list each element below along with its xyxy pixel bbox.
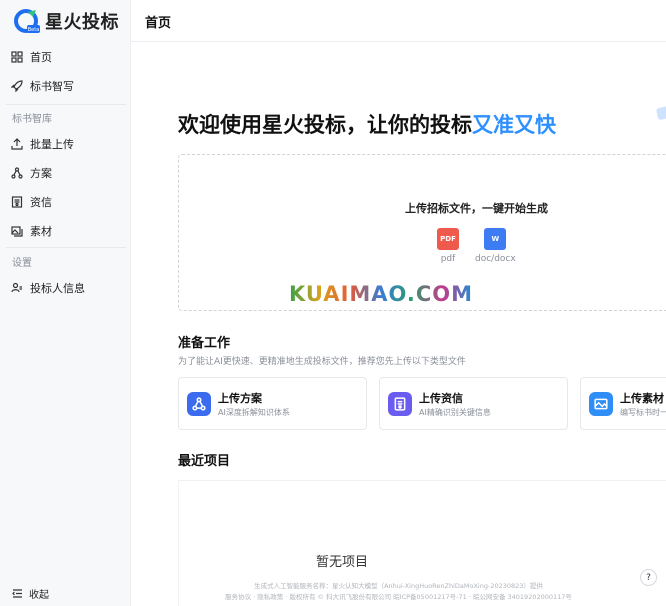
file-type-word: W doc/docx xyxy=(475,228,516,264)
upload-plan-card[interactable]: 上传方案 AI深度拆解知识体系 xyxy=(178,377,367,430)
word-file-icon: W xyxy=(484,228,507,250)
upload-credentials-card[interactable]: 上传资信 AI精确识别关键信息 xyxy=(379,377,568,430)
prepare-title: 准备工作 xyxy=(178,336,231,351)
sidebar-item-batch-upload[interactable]: 批量上传 xyxy=(0,130,130,158)
rocket-icon xyxy=(10,80,23,93)
sidebar-item-label: 批量上传 xyxy=(30,138,74,151)
pdf-file-icon: PDF xyxy=(437,228,459,250)
app-logo[interactable]: Beta 星火投标 xyxy=(14,8,119,34)
collapse-button[interactable]: 收起 xyxy=(12,586,49,601)
grid-icon xyxy=(10,51,23,64)
decorative-shape xyxy=(655,105,666,121)
recent-title: 最近项目 xyxy=(178,454,231,469)
nodes-icon xyxy=(187,392,211,416)
sidebar-item-label: 方案 xyxy=(30,167,52,180)
spark-logo-icon: Beta xyxy=(14,8,40,34)
footer-line-1: 生成式人工智能服务名称：星火认知大模型（Anhui-XingHuoRenZhiD… xyxy=(254,582,543,590)
sidebar-item-smart-write[interactable]: 标书智写 xyxy=(0,72,130,100)
divider xyxy=(6,247,126,248)
upload-title: 上传招标文件，一键开始生成 xyxy=(405,202,548,215)
sidebar-item-label: 标书智写 xyxy=(30,80,74,93)
menu-collapse-icon xyxy=(12,588,23,599)
sidebar-item-label: 首页 xyxy=(30,51,52,64)
sidebar-item-bidder-info[interactable]: 投标人信息 xyxy=(0,274,130,302)
document-icon xyxy=(388,392,412,416)
section-label-library: 标书智库 xyxy=(12,114,52,125)
hero-text: 欢迎使用星火投标，让你的投标 xyxy=(178,113,472,137)
image-icon xyxy=(589,392,613,416)
top-header: 首页 xyxy=(131,0,666,42)
divider xyxy=(6,104,126,105)
sidebar-item-plan[interactable]: 方案 xyxy=(0,159,130,187)
sidebar-item-label: 素材 xyxy=(30,225,52,238)
user-info-icon xyxy=(10,282,23,295)
card-title: 上传素材 xyxy=(620,392,664,405)
hero-heading: 欢迎使用星火投标，让你的投标又准又快 xyxy=(178,109,556,139)
main-content: 欢迎使用星火投标，让你的投标又准又快 上传招标文件，一键开始生成 PDF pdf… xyxy=(131,43,666,606)
collapse-label: 收起 xyxy=(29,590,49,601)
upload-dropzone[interactable]: 上传招标文件，一键开始生成 PDF pdf W doc/docx KUAIMAO… xyxy=(178,154,666,311)
upload-icon xyxy=(10,138,23,151)
certificate-icon xyxy=(10,196,23,209)
watermark: KUAIMAO.COM xyxy=(289,282,473,306)
card-subtitle: AI精确识别关键信息 xyxy=(419,408,491,417)
prepare-description: 为了能让AI更快速、更精准地生成投标文件，推荐您先上传以下类型文件 xyxy=(178,357,466,367)
empty-state-text: 暂无项目 xyxy=(316,555,369,570)
sidebar: Beta 星火投标 首页 标书智写 标书智库 批量上传 方案 资信 素材 设置 … xyxy=(0,0,131,606)
sidebar-item-label: 投标人信息 xyxy=(30,282,85,295)
sidebar-item-home[interactable]: 首页 xyxy=(0,43,130,71)
sidebar-item-credentials[interactable]: 资信 xyxy=(0,188,130,216)
logo-badge: Beta xyxy=(28,27,40,33)
file-type-label: doc/docx xyxy=(475,254,516,264)
sidebar-item-label: 资信 xyxy=(30,196,52,209)
page-title: 首页 xyxy=(145,16,172,31)
watermark-text: KUAIMAO.COM xyxy=(289,282,474,306)
footer-line-2[interactable]: 服务协议 · 隐私政策 · 版权所有 © 科大讯飞股份有限公司 皖ICP备050… xyxy=(131,591,666,601)
file-type-pdf: PDF pdf xyxy=(437,228,459,264)
file-type-label: pdf xyxy=(440,254,456,264)
sidebar-item-materials[interactable]: 素材 xyxy=(0,217,130,245)
help-button[interactable]: ? xyxy=(640,569,657,586)
section-label-settings: 设置 xyxy=(12,258,32,269)
card-title: 上传资信 xyxy=(419,392,463,405)
images-icon xyxy=(10,225,23,238)
card-title: 上传方案 xyxy=(218,392,262,405)
card-subtitle: AI深度拆解知识体系 xyxy=(218,408,290,417)
hero-accent-text: 又准又快 xyxy=(472,113,556,137)
upload-materials-card[interactable]: 上传素材 编写标书时一 xyxy=(580,377,666,430)
app-name: 星火投标 xyxy=(45,12,119,33)
card-subtitle: 编写标书时一 xyxy=(620,408,666,417)
nodes-icon xyxy=(10,167,23,180)
